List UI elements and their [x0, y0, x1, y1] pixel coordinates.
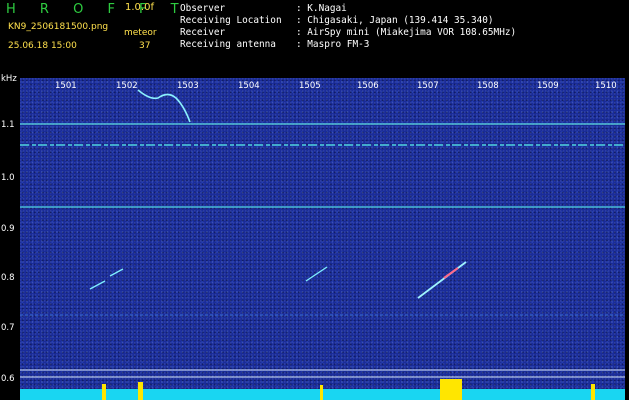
antenna-value: : Maspro FM-3: [296, 39, 370, 50]
x-tick-1502: 1502: [116, 81, 138, 91]
observation-datetime: 25.06.18 15:00: [8, 41, 77, 51]
power-burst-5: [591, 384, 595, 400]
meteor-echo-2: [89, 280, 106, 290]
x-tick-1503: 1503: [177, 81, 199, 91]
meteor-label: meteor: [124, 28, 157, 38]
spectrogram-plot: [20, 78, 625, 400]
x-tick-1504: 1504: [238, 81, 260, 91]
location-label: Receiving Location: [180, 15, 282, 26]
header-panel: H R O F F T 1.0.0f KN9_2506181500.png me…: [0, 0, 629, 72]
x-tick-1509: 1509: [537, 81, 559, 91]
x-tick-1507: 1507: [417, 81, 439, 91]
x-tick-1501: 1501: [55, 81, 77, 91]
spectrogram-overlay: [20, 89, 625, 400]
y-axis-unit: kHz: [1, 74, 17, 84]
meteor-count: 37: [139, 41, 151, 51]
meteor-echo-3: [109, 268, 124, 277]
power-burst-3: [320, 385, 323, 400]
image-filename: KN9_2506181500.png: [8, 22, 109, 32]
x-tick-1508: 1508: [477, 81, 499, 91]
y-tick-1.1: 1.1: [1, 120, 15, 130]
meteor-echo-4: [305, 266, 328, 282]
app-version: 1.0.0f: [125, 2, 154, 13]
app-brand: H R O F F T: [6, 2, 189, 17]
observer-label: Observer: [180, 3, 226, 14]
y-tick-1.0: 1.0: [1, 173, 15, 183]
power-burst-1: [102, 384, 106, 400]
antenna-label: Receiving antenna: [180, 39, 276, 50]
observer-value: : K.Nagai: [296, 3, 347, 14]
receiver-value: : AirSpy mini (Miakejima VOR 108.65MHz): [296, 27, 517, 38]
location-value: : Chigasaki, Japan (139.414 35.340): [296, 15, 494, 26]
x-tick-1510: 1510: [595, 81, 617, 91]
meteor-echo-1: [137, 89, 191, 123]
y-tick-0.9: 0.9: [1, 224, 15, 234]
meteor-echo-5: [417, 261, 467, 299]
y-tick-0.6: 0.6: [1, 374, 15, 384]
y-tick-0.7: 0.7: [1, 323, 15, 333]
y-tick-0.8: 0.8: [1, 273, 15, 283]
x-tick-1506: 1506: [357, 81, 379, 91]
receiver-label: Receiver: [180, 27, 226, 38]
power-burst-4: [440, 379, 462, 400]
x-tick-1505: 1505: [299, 81, 321, 91]
power-burst-2: [138, 382, 143, 400]
meteor-echo-5-core: [443, 267, 459, 279]
